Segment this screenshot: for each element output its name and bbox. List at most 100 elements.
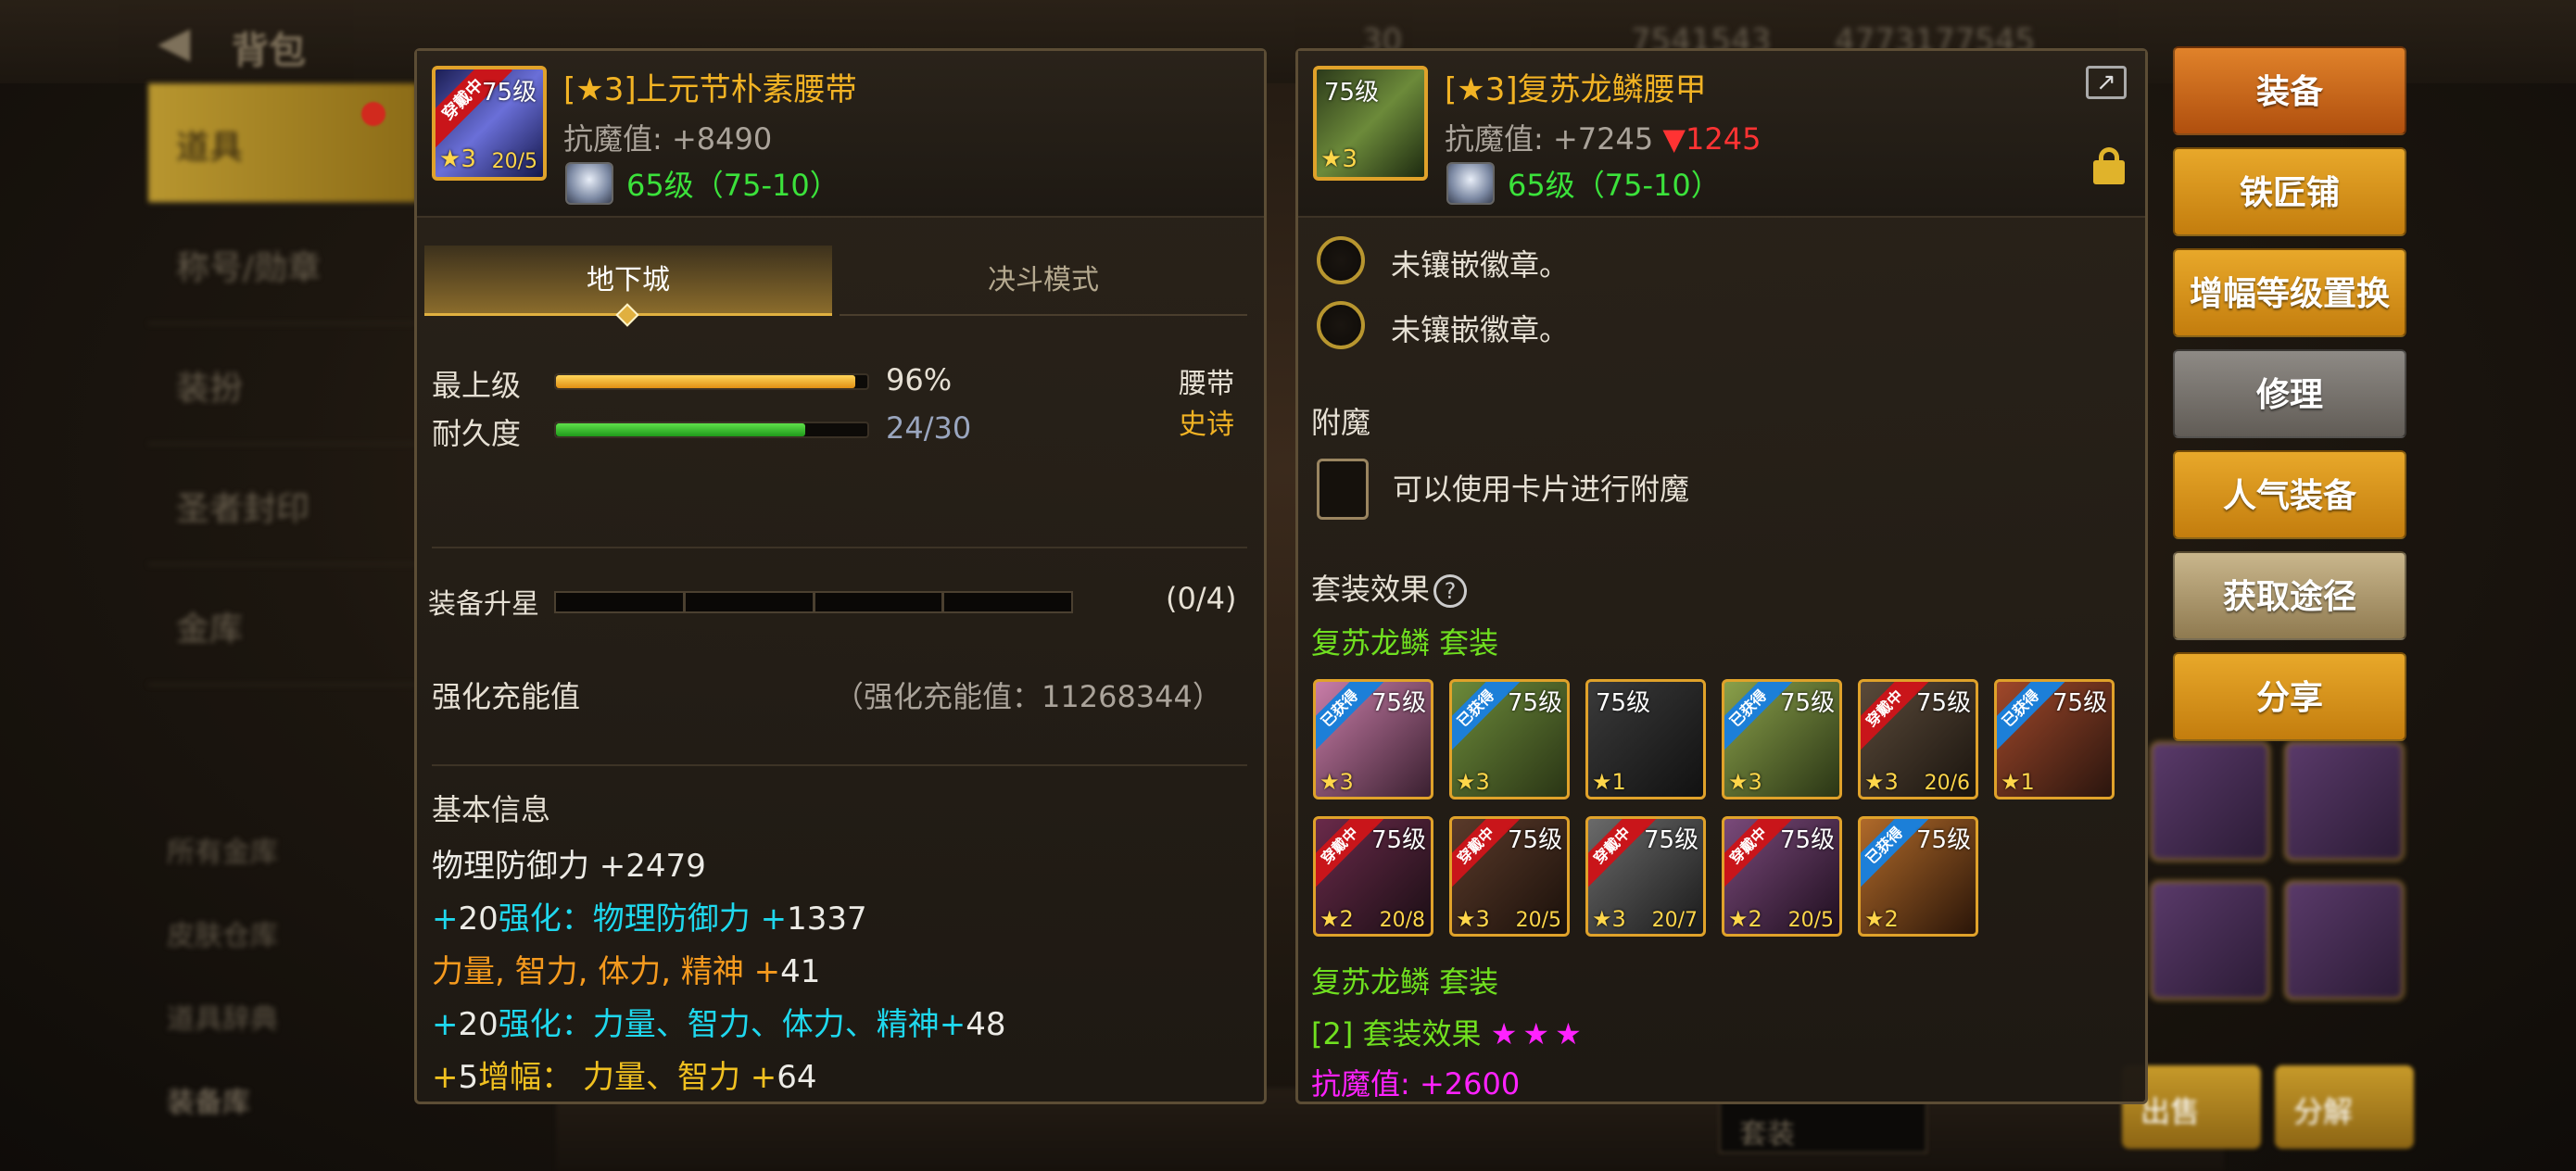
sidebar-item-titles[interactable]: 称号/勋章 bbox=[148, 204, 417, 324]
icon-star: ★3 bbox=[1320, 145, 1357, 173]
set-item-star: ★1 bbox=[2001, 769, 2035, 795]
sidebar-item-vault[interactable]: 金库 bbox=[148, 565, 417, 686]
stat-drop: ▼1245 bbox=[1662, 121, 1762, 157]
compare-item-stat: 抗魔值: +7245 ▼1245 bbox=[1445, 121, 1762, 157]
card-slot[interactable] bbox=[1317, 459, 1369, 520]
tab-duel[interactable]: 决斗模式 bbox=[840, 246, 1247, 316]
inventory-cell[interactable] bbox=[2284, 741, 2405, 862]
disassemble-button[interactable]: 分解 bbox=[2275, 1065, 2414, 1149]
set-item-icon[interactable]: 穿戴中 75级 ★2 20/5 bbox=[1722, 816, 1842, 937]
set-item-icon[interactable]: 已获得 75级 ★3 bbox=[1449, 679, 1570, 800]
icon-star: ★3 bbox=[439, 145, 476, 173]
set-item-star: ★1 bbox=[1592, 769, 1626, 795]
stat-line: +20强化：物理防御力 +1337 bbox=[432, 900, 867, 938]
blacksmith-button[interactable]: 铁匠铺 bbox=[2173, 147, 2406, 236]
inventory-cell[interactable] bbox=[2284, 880, 2405, 1001]
lock-icon[interactable] bbox=[2093, 147, 2125, 184]
sidebar-item-avatar[interactable]: 装扮 bbox=[148, 324, 417, 445]
set-item-icon[interactable]: 穿戴中 75级 ★3 20/7 bbox=[1585, 816, 1706, 937]
sidebar-subitem-all-vault[interactable]: 所有金库 bbox=[167, 829, 278, 870]
inventory-cell[interactable] bbox=[2150, 880, 2270, 1001]
socket-icon bbox=[1317, 301, 1365, 349]
set-item-level: 75级 bbox=[2052, 689, 2108, 717]
divider bbox=[432, 547, 1247, 548]
set-item-star: ★3 bbox=[1320, 769, 1354, 795]
set-item-icon[interactable]: 已获得 75级 ★3 bbox=[1722, 679, 1842, 800]
stat-line: 力量, 智力, 体力, 精神 +41 bbox=[432, 953, 821, 990]
set-item-star: ★3 bbox=[1456, 906, 1490, 932]
set-item-icon[interactable]: 已获得 75级 ★1 bbox=[1994, 679, 2115, 800]
grade-bar bbox=[554, 373, 869, 390]
share-button[interactable]: 分享 bbox=[2173, 652, 2406, 741]
set-item-level: 75级 bbox=[1508, 689, 1563, 717]
set-item-level: 75级 bbox=[1371, 689, 1427, 717]
equipped-item-name: [★3]上元节朴素腰带 bbox=[563, 71, 857, 108]
icon-count: 20/5 bbox=[491, 150, 537, 173]
stat-line: 物理防御力 +2479 bbox=[432, 848, 706, 885]
popular-gear-button[interactable]: 人气装备 bbox=[2173, 450, 2406, 539]
share-icon[interactable]: ↗ bbox=[2086, 66, 2127, 99]
set-item-icon[interactable]: 已获得 75级 ★3 bbox=[1313, 679, 1433, 800]
star-upgrade-label: 装备升星 bbox=[428, 588, 539, 621]
durability-value: 24/30 bbox=[886, 410, 972, 446]
star-segment bbox=[944, 593, 1071, 611]
sidebar-subitem-skin-vault[interactable]: 皮肤仓库 bbox=[167, 913, 278, 953]
set-item-level: 75级 bbox=[1371, 826, 1427, 854]
enhance-label: 强化充能值 bbox=[432, 679, 581, 714]
set-item-icon[interactable]: 已获得 75级 ★2 bbox=[1858, 816, 1978, 937]
set-item-icon[interactable]: 75级 ★1 bbox=[1585, 679, 1706, 800]
sidebar-subitem-equipment-vault[interactable]: 装备库 bbox=[167, 1079, 250, 1120]
set-item-icon[interactable]: 穿戴中 75级 ★2 20/8 bbox=[1313, 816, 1433, 937]
set-item-star: ★2 bbox=[1728, 906, 1762, 932]
set-item-star: ★2 bbox=[1864, 906, 1899, 932]
set-filter-dropdown[interactable]: 套装 bbox=[1719, 1098, 1927, 1153]
basic-info-title: 基本信息 bbox=[432, 792, 551, 827]
equip-button[interactable]: 装备 bbox=[2173, 46, 2406, 135]
set-item-icon[interactable]: 穿戴中 75级 ★3 20/6 bbox=[1858, 679, 1978, 800]
mode-tabs: 地下城 决斗模式 bbox=[424, 246, 1258, 327]
set-item-level: 75级 bbox=[1780, 689, 1836, 717]
equipped-item-stat: 抗魔值: +8490 bbox=[563, 121, 773, 157]
enhance-value: （强化充能值：11268344） bbox=[834, 679, 1222, 714]
set-item-count: 20/6 bbox=[1924, 772, 1970, 795]
set-item-star: ★3 bbox=[1456, 769, 1490, 795]
stat-line: +20强化：力量、智力、体力、精神+48 bbox=[432, 1006, 1006, 1043]
amplify-swap-button[interactable]: 增幅等级置换 bbox=[2173, 248, 2406, 337]
set-effect-line: [2] 套装效果 ★★★ bbox=[1311, 1016, 1587, 1051]
repair-button[interactable]: 修理 bbox=[2173, 349, 2406, 438]
star-segment bbox=[686, 593, 815, 611]
star-upgrade-progress: (0/4) bbox=[1166, 581, 1237, 616]
divider bbox=[432, 764, 1247, 766]
enchant-text: 可以使用卡片进行附魔 bbox=[1393, 472, 1690, 507]
set-item-level: 75级 bbox=[1780, 826, 1836, 854]
set-effect-title: 套装效果? bbox=[1311, 566, 1468, 609]
compare-item-name: [★3]复苏龙鳞腰甲 bbox=[1445, 71, 1707, 108]
durability-bar-fill bbox=[556, 423, 805, 436]
durability-bar bbox=[554, 422, 869, 438]
set-bonus: 抗魔值: +2600 bbox=[1311, 1066, 1521, 1102]
back-arrow-icon[interactable]: ◀ bbox=[158, 17, 190, 67]
obtain-source-button[interactable]: 获取途径 bbox=[2173, 551, 2406, 640]
set-name-2: 复苏龙鳞 套装 bbox=[1311, 964, 1499, 1000]
durability-label: 耐久度 bbox=[432, 416, 522, 451]
set-item-count: 20/5 bbox=[1515, 909, 1561, 932]
socket-icon bbox=[1317, 236, 1365, 284]
socket-text: 未镶嵌徽章。 bbox=[1391, 247, 1570, 283]
set-item-icon[interactable]: 穿戴中 75级 ★3 20/5 bbox=[1449, 816, 1570, 937]
gem-icon bbox=[565, 162, 613, 205]
grade-bar-fill bbox=[556, 375, 855, 388]
set-item-count: 20/5 bbox=[1787, 909, 1834, 932]
help-icon[interactable]: ? bbox=[1433, 574, 1468, 608]
grade-value: 96% bbox=[886, 362, 953, 397]
set-effect-stars: ★★★ bbox=[1490, 1016, 1587, 1051]
notification-dot bbox=[361, 102, 385, 126]
sidebar-item-seal[interactable]: 圣者封印 bbox=[148, 445, 417, 565]
equipped-item-level: 65级（75-10） bbox=[626, 168, 840, 203]
set-item-star: ★2 bbox=[1320, 906, 1354, 932]
inventory-cell[interactable] bbox=[2150, 741, 2270, 862]
gem-icon bbox=[1446, 162, 1495, 205]
stat-line: +5增幅： 力量、智力 +64 bbox=[432, 1059, 817, 1096]
sidebar-subitem-dictionary[interactable]: 道具辞典 bbox=[167, 996, 278, 1037]
star-segment bbox=[815, 593, 945, 611]
set-item-level: 75级 bbox=[1596, 689, 1651, 717]
